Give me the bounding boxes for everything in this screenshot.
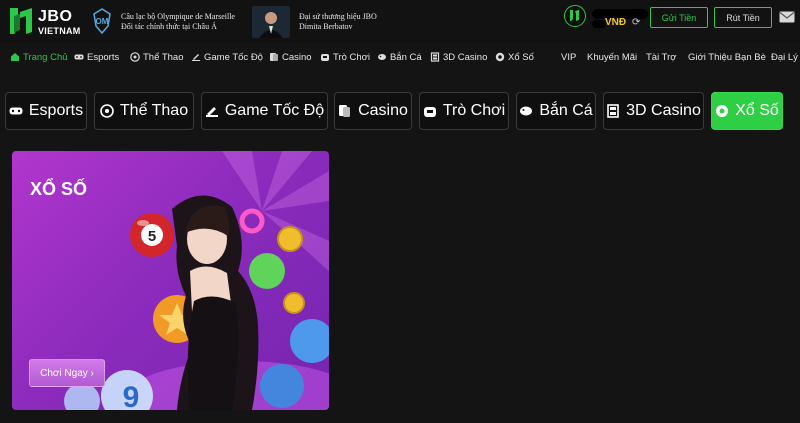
speedometer-icon: [192, 54, 200, 61]
lottery-icon: [716, 105, 729, 117]
nav-item-home[interactable]: Trang Chủ: [10, 49, 68, 65]
tab-games[interactable]: Trò Chơi: [419, 92, 509, 130]
svg-text:5: 5: [148, 228, 156, 245]
slot-icon: [423, 107, 436, 117]
nav-item-sponsorship[interactable]: Tài Trợ: [646, 49, 677, 65]
nav-item-3d-casino[interactable]: 3D Casino: [430, 49, 487, 65]
nav-item-speed-games[interactable]: Game Tốc Độ: [191, 49, 263, 65]
balance-currency: VNĐ: [605, 17, 627, 28]
nav-item-esports[interactable]: Esports: [74, 49, 119, 65]
nav-item-casino[interactable]: Casino: [269, 49, 312, 65]
svg-text:9: 9: [123, 381, 140, 410]
nav-item-lottery[interactable]: Xổ Số: [495, 49, 534, 65]
nav-item-games[interactable]: Trò Chơi: [320, 49, 370, 65]
main-nav: Trang Chủ Esports Thể Thao Game Tốc Độ C…: [0, 46, 800, 68]
nav-item-sports[interactable]: Thể Thao: [130, 49, 184, 65]
top-header: JBO VIETNAM OM Câu lạc bộ Olympique de M…: [0, 0, 800, 42]
soccer-ball-icon: [130, 52, 140, 62]
lottery-icon: [495, 52, 505, 62]
tab-fishing[interactable]: Bắn Cá: [516, 92, 596, 130]
brand-name: JBO: [38, 8, 73, 25]
speedometer-icon: [205, 107, 218, 117]
tab-lottery[interactable]: Xổ Số: [711, 92, 783, 130]
nav-item-fishing[interactable]: Bắn Cá: [377, 49, 422, 65]
jbo-logo-mark: [10, 8, 32, 34]
balance-redacted: [592, 20, 606, 28]
nav-item-promotions[interactable]: Khuyến Mãi: [587, 49, 637, 65]
card-title: XỔ SỐ: [30, 179, 88, 199]
tab-speed-games[interactable]: Game Tốc Độ: [201, 92, 328, 130]
withdraw-button[interactable]: Rút Tiền: [714, 7, 772, 28]
lottery-ball-5: 5: [130, 213, 174, 257]
3d-icon: [607, 104, 619, 118]
jbo-avatar-icon: [570, 10, 579, 21]
tab-casino[interactable]: Casino: [334, 92, 412, 130]
jbo-logo[interactable]: JBO VIETNAM: [8, 6, 83, 38]
tab-3d-casino[interactable]: 3D Casino: [603, 92, 704, 130]
3d-icon: [430, 52, 440, 62]
fish-icon: [520, 106, 533, 116]
gamepad-icon: [9, 107, 23, 115]
deposit-button[interactable]: Gửi Tiền: [650, 7, 708, 28]
olympique-marseille-crest-icon: OM: [93, 8, 111, 34]
cards-icon: [270, 53, 278, 61]
refresh-icon[interactable]: ⟳: [632, 17, 640, 28]
tab-esports[interactable]: Esports: [5, 92, 87, 130]
play-now-button[interactable]: Chơi Ngay ›: [29, 359, 105, 387]
ambassador-photo: [252, 6, 290, 38]
user-avatar[interactable]: [564, 5, 586, 27]
nav-item-referral[interactable]: Giới Thiệu Bạn Bè: [688, 49, 766, 65]
nav-item-vip[interactable]: VIP: [561, 49, 576, 65]
lottery-game-card[interactable]: 5 9 XỔ SỐ Chơi Ngay ›: [12, 151, 329, 410]
fish-icon: [378, 54, 386, 60]
svg-text:OM: OM: [96, 17, 109, 26]
nav-item-agent[interactable]: Đại Lý: [771, 49, 798, 65]
cards-icon: [339, 105, 351, 117]
ambassador-text: Đại sứ thương hiệu JBO Dimita Berbatov: [299, 12, 377, 31]
gamepad-icon: [74, 54, 84, 60]
soccer-ball-icon: [100, 104, 114, 118]
home-icon: [11, 53, 19, 61]
brand-country: VIETNAM: [38, 26, 81, 36]
sponsor-text-marseille: Câu lạc bộ Olympique de Marseille Đối tá…: [121, 12, 235, 31]
slot-icon: [321, 54, 329, 61]
tab-sports[interactable]: Thể Thao: [94, 92, 194, 130]
mail-icon[interactable]: [779, 11, 795, 23]
